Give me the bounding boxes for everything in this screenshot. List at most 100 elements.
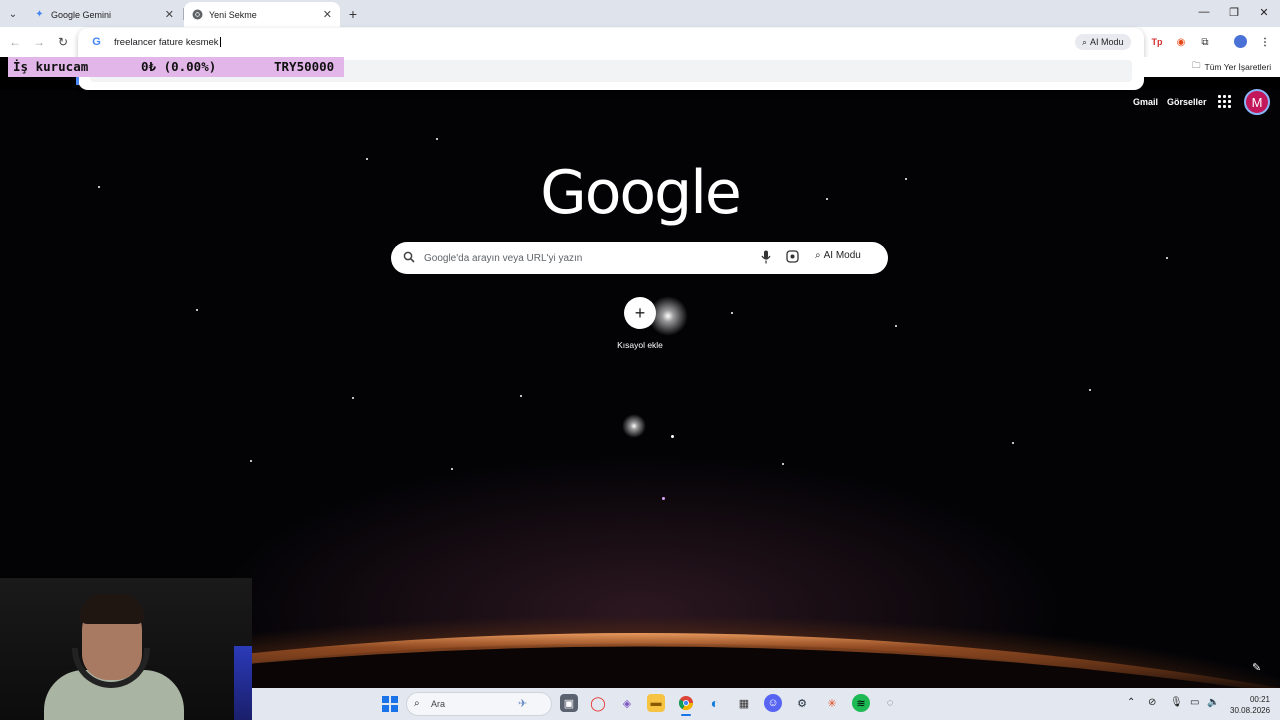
task-view-icon[interactable]: ▣ xyxy=(560,694,578,712)
webcam-rgb-light xyxy=(234,646,252,720)
ai-mode-label: AI Modu xyxy=(823,250,861,261)
stream-ticker-overlay: İş kurucam 0₺ (0.00%) TRY50000 xyxy=(8,57,344,77)
arrow-left-icon: ← xyxy=(9,35,21,49)
plus-icon: + xyxy=(634,302,646,323)
tab-title: Google Gemini xyxy=(51,9,112,20)
search-box: ⌕ AI Modu xyxy=(391,242,888,274)
avatar[interactable]: M xyxy=(1244,89,1270,115)
gemini-sparkle-icon: ✦ xyxy=(35,9,44,20)
active-app-indicator xyxy=(681,714,691,716)
chevron-up-icon[interactable]: ⌃ xyxy=(1127,697,1135,708)
tab-new-tab[interactable]: Yeni Sekme ✕ xyxy=(184,2,340,27)
star xyxy=(352,397,354,399)
webcam-overlay xyxy=(0,578,252,720)
forward-button[interactable]: → xyxy=(30,33,48,51)
plus-icon: + xyxy=(348,6,358,22)
taskbar-clock[interactable]: 00:21 30.08.2026 xyxy=(1230,694,1270,716)
file-explorer-icon[interactable]: ▬ xyxy=(647,694,665,712)
ticker-label: İş kurucam xyxy=(13,59,89,74)
kebab-menu-icon[interactable]: ⋮ xyxy=(1258,35,1272,49)
star xyxy=(1089,389,1091,391)
star xyxy=(662,497,665,500)
microphone-icon[interactable]: 🎙 xyxy=(1170,697,1183,708)
tab-search-button[interactable]: ⌄ xyxy=(4,5,22,23)
apps-grid-icon[interactable] xyxy=(1218,95,1231,108)
tab-title: Yeni Sekme xyxy=(209,9,257,20)
volume-icon[interactable]: 🔈 xyxy=(1207,697,1219,708)
add-shortcut-label: Kısayol ekle xyxy=(617,340,663,350)
restore-button[interactable]: ❐ xyxy=(1226,6,1242,19)
star xyxy=(905,178,907,180)
ticker-change: 0₺ (0.00%) xyxy=(141,59,217,74)
star xyxy=(671,435,674,438)
ai-mode-button[interactable]: ⌕ AI Modu xyxy=(815,250,861,261)
pencil-icon[interactable]: ✎ xyxy=(1252,661,1266,675)
edge-icon[interactable]: ◐ xyxy=(706,694,724,712)
search-input[interactable] xyxy=(424,243,754,273)
images-link[interactable]: Görseller xyxy=(1167,97,1207,107)
bright-star xyxy=(622,414,646,438)
clock-date: 30.08.2026 xyxy=(1230,706,1271,715)
star xyxy=(826,198,828,200)
eye-off-icon[interactable]: ⊘ xyxy=(1148,697,1156,708)
ai-sparkle-search-icon: ⌕ xyxy=(815,250,821,261)
minimize-button[interactable]: — xyxy=(1196,6,1212,18)
chrome-icon[interactable] xyxy=(677,694,695,712)
back-button[interactable]: ← xyxy=(6,33,24,51)
copilot-icon[interactable]: ◈ xyxy=(618,694,636,712)
omnibox-ai-mode-button[interactable]: ⌕ AI Modu xyxy=(1075,34,1131,50)
star xyxy=(366,158,368,160)
monitor-icon[interactable]: ▭ xyxy=(1190,697,1199,708)
star xyxy=(1012,442,1014,444)
gmail-link[interactable]: Gmail xyxy=(1133,97,1158,107)
opera-icon[interactable]: ◯ xyxy=(589,694,607,712)
discord-icon[interactable]: ☺ xyxy=(764,694,782,712)
star xyxy=(1166,257,1168,259)
microphone-icon[interactable] xyxy=(759,250,773,266)
chrome-dev-icon[interactable]: ◌ xyxy=(881,694,899,712)
extension-record-icon[interactable]: ◉ xyxy=(1174,35,1188,49)
star xyxy=(451,468,453,470)
arrow-right-icon: → xyxy=(33,35,45,49)
close-tab-icon[interactable]: ✕ xyxy=(165,8,174,21)
windows-start-icon[interactable] xyxy=(382,696,398,712)
star xyxy=(520,395,522,397)
all-bookmarks-button[interactable]: 🗀 Tüm Yer İşaretleri xyxy=(1192,60,1271,74)
extensions-puzzle-icon[interactable]: ⧉ xyxy=(1198,35,1212,49)
app-icon[interactable]: ✳ xyxy=(823,694,841,712)
extension-tp-icon[interactable]: Tp xyxy=(1150,35,1164,49)
search-icon: ⌕ xyxy=(414,698,420,709)
ticker-goal: TRY50000 xyxy=(274,59,335,74)
reload-button[interactable]: ↻ xyxy=(54,33,72,51)
close-tab-icon[interactable]: ✕ xyxy=(323,8,332,21)
add-shortcut-button[interactable]: + xyxy=(624,297,656,329)
new-tab-button[interactable]: + xyxy=(344,5,362,23)
lens-icon[interactable] xyxy=(785,250,799,266)
clock-time: 00:21 xyxy=(1249,695,1270,704)
all-bookmarks-label: Tüm Yer İşaretleri xyxy=(1204,62,1272,72)
folder-icon: 🗀 xyxy=(1192,60,1201,70)
omnibox-input[interactable]: freelancer fature kesmek xyxy=(114,37,221,48)
profile-icon[interactable] xyxy=(1234,35,1247,48)
google-logo: Google xyxy=(540,158,742,228)
taskbar-search-label: Ara xyxy=(431,699,446,709)
star xyxy=(782,463,784,465)
omnibox-loading-indicator xyxy=(76,77,79,85)
steam-icon[interactable]: ⚙ xyxy=(793,694,811,712)
store-icon[interactable]: ▦ xyxy=(735,694,753,712)
spotify-icon[interactable]: ≋ xyxy=(852,694,870,712)
webcam-person-hair xyxy=(80,594,144,624)
search-icon xyxy=(403,251,417,265)
star xyxy=(98,186,100,188)
google-g-icon: G xyxy=(92,35,101,48)
tab-google-gemini[interactable]: ✦ Google Gemini ✕ xyxy=(26,2,182,27)
star xyxy=(196,309,198,311)
chevron-down-icon: ⌄ xyxy=(8,8,18,20)
star xyxy=(731,312,733,314)
close-window-button[interactable]: ✕ xyxy=(1256,6,1272,19)
star xyxy=(436,138,438,140)
chrome-icon xyxy=(192,9,203,20)
ai-sparkle-search-icon: ⌕ xyxy=(1082,36,1088,47)
star xyxy=(250,460,252,462)
star xyxy=(895,325,897,327)
